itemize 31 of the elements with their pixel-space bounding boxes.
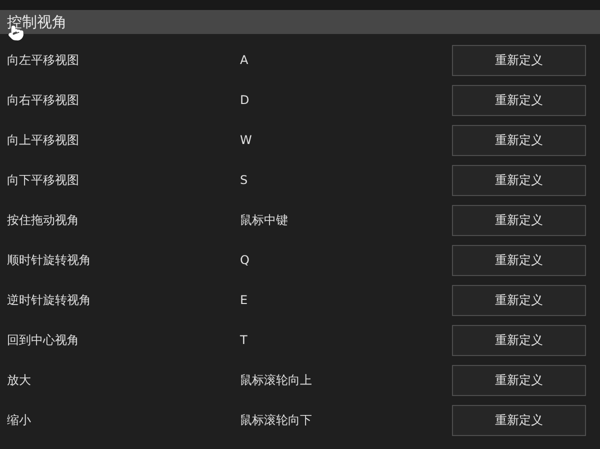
action-label: 向左平移视图: [6, 52, 80, 69]
action-label: 向下平移视图: [6, 172, 80, 189]
key-binding: 鼠标滚轮向下: [240, 412, 313, 429]
section-title: 控制视角: [7, 14, 67, 30]
key-binding: 鼠标滚轮向上: [240, 372, 313, 389]
action-label: 回到中心视角: [6, 332, 80, 349]
redefine-button[interactable]: 重新定义: [452, 84, 586, 116]
key-binding: 鼠标中键: [240, 212, 289, 229]
key-binding: W: [240, 132, 253, 149]
redefine-button[interactable]: 重新定义: [452, 244, 586, 276]
key-binding: Q: [240, 252, 250, 269]
action-label: 向右平移视图: [6, 92, 80, 109]
key-binding: D: [240, 92, 250, 109]
action-label: 逆时针旋转视角: [6, 292, 92, 309]
redefine-button[interactable]: 重新定义: [452, 204, 586, 236]
redefine-button[interactable]: 重新定义: [452, 124, 586, 156]
key-binding: E: [240, 292, 249, 309]
redefine-button[interactable]: 重新定义: [452, 324, 586, 356]
key-binding: S: [240, 172, 249, 189]
redefine-button[interactable]: 重新定义: [452, 44, 586, 76]
action-label: 放大: [6, 372, 32, 389]
key-binding: A: [240, 52, 250, 69]
key-binding: T: [240, 332, 248, 349]
redefine-button[interactable]: 重新定义: [452, 284, 586, 316]
action-label: 按住拖动视角: [6, 212, 80, 229]
action-label: 顺时针旋转视角: [6, 252, 92, 269]
action-label: 缩小: [6, 412, 32, 429]
action-label: 向上平移视图: [6, 132, 80, 149]
redefine-button[interactable]: 重新定义: [452, 164, 586, 196]
redefine-button[interactable]: 重新定义: [452, 404, 586, 436]
redefine-button[interactable]: 重新定义: [452, 364, 586, 396]
